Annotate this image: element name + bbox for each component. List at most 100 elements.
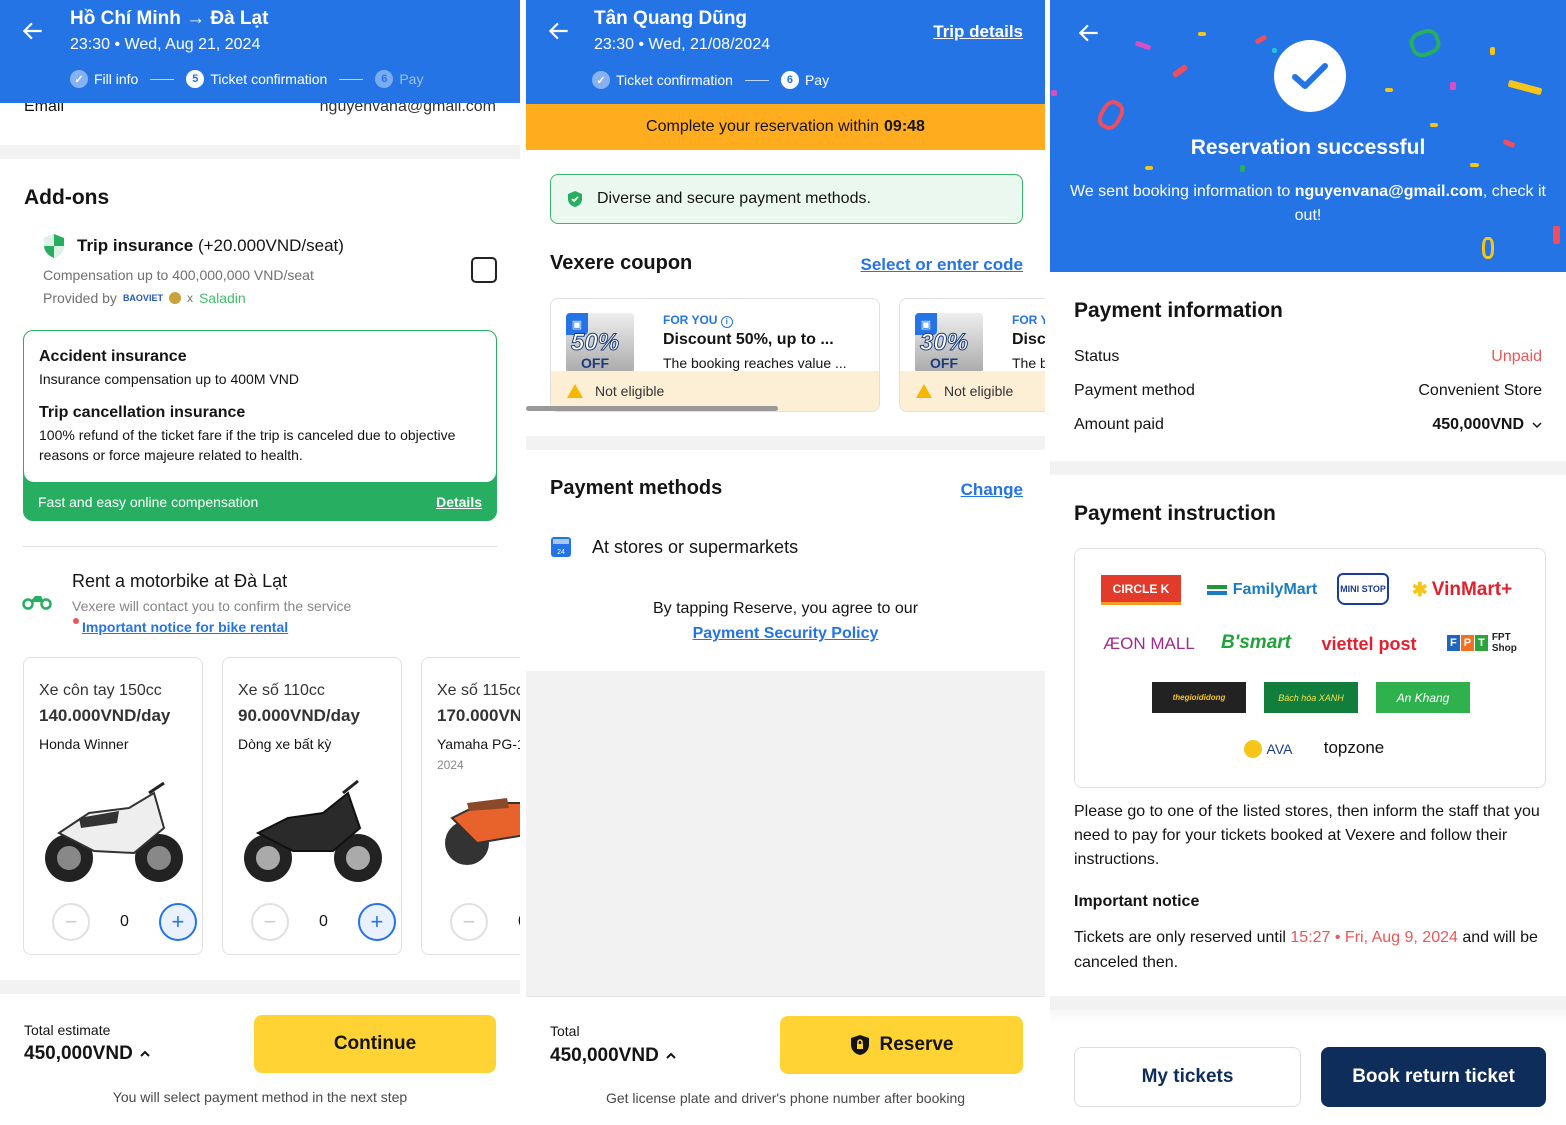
coupon-title: Vexere coupon (550, 252, 693, 274)
change-payment-link[interactable]: Change (961, 480, 1023, 500)
total-label: Total estimate (24, 1022, 111, 1038)
confetti (1198, 32, 1206, 36)
confetti (1385, 88, 1393, 92)
payment-info-title: Payment information (1074, 299, 1283, 322)
select-coupon-link[interactable]: Select or enter code (860, 255, 1023, 275)
step-divider (744, 79, 769, 81)
aeon-mall-logo: ÆON MALL (1103, 634, 1195, 653)
bike-price: 90.000VND/day (238, 706, 360, 725)
bike-card[interactable]: Xe số 110cc 90.000VND/day Dòng xe bất kỳ… (222, 657, 402, 955)
warning-icon (916, 384, 932, 398)
increase-button[interactable]: + (158, 903, 197, 941)
total-amount[interactable]: 450,000VND (550, 1045, 677, 1067)
agreement-text: By tapping Reserve, you agree to our (652, 600, 919, 617)
step-ticket-confirmation: Ticket confirmation (616, 72, 733, 88)
success-message: We sent booking information to nguyenvan… (1070, 183, 1546, 224)
horizontal-scrollbar[interactable] (526, 406, 778, 411)
bach-hoa-xanh-logo: Bách hóa XANH (1264, 682, 1358, 713)
quantity-value: 0 (319, 913, 328, 930)
step-fill-info: Fill info (94, 71, 139, 87)
booking-email: nguyenvana@gmail.com (1294, 183, 1483, 200)
continue-button[interactable]: Continue (254, 1015, 496, 1073)
confetti (1051, 90, 1057, 96)
step-divider (150, 78, 175, 80)
success-title: Reservation successful (1190, 136, 1426, 159)
amount-paid-row[interactable]: Amount paid 450,000VND (1074, 416, 1542, 434)
trip-datetime: 23:30 • Wed, 21/08/2024 (594, 36, 771, 53)
shield-check-icon (568, 191, 582, 207)
reservation-timer-banner: Complete your reservation within 09:48 (526, 104, 1045, 150)
motorbike-image (45, 781, 183, 882)
coupon-desc: The booking reaches value ... (1012, 355, 1045, 371)
status-row: Status Unpaid (1074, 348, 1542, 365)
cancel-insurance-desc: 100% refund of the ticket fare if the tr… (39, 427, 456, 463)
vinmart-logo: ✱ VinMart+ (1411, 579, 1513, 601)
confetti (1145, 166, 1153, 170)
shield-lock-icon (850, 1035, 869, 1055)
success-header: Reservation successful We sent booking i… (1050, 0, 1566, 272)
coupon-for-label: FOR YOU (1012, 313, 1045, 327)
quantity-stepper: − 0 + (52, 903, 197, 941)
header: Tân Quang Dũng 23:30 • Wed, 21/08/2024 T… (526, 0, 1045, 104)
store-logos-box: CIRCLE K FamilyMart MINI STOP ✱ VinMart+ … (1074, 548, 1546, 788)
total-label: Total (550, 1023, 580, 1039)
bike-model: Dòng xe bất kỳ (238, 736, 332, 752)
confetti (1406, 25, 1444, 61)
success-check-icon (1274, 40, 1346, 112)
insurance-benefits-box: Accident insurance Insurance compensatio… (23, 330, 497, 521)
back-arrow-icon[interactable] (1076, 20, 1102, 46)
reserve-button[interactable]: Reserve (780, 1016, 1023, 1074)
decrease-button[interactable]: − (450, 903, 488, 941)
chevron-up-icon (666, 1052, 676, 1059)
coupon-status: Not eligible (551, 371, 879, 411)
bike-card[interactable]: Xe số 115cc 170.000VND/day Yamaha PG-1 2… (421, 657, 520, 955)
saladin-logo: Saladin (198, 290, 246, 306)
payment-screen: Tân Quang Dũng 23:30 • Wed, 21/08/2024 T… (526, 0, 1045, 1125)
confetti (1134, 40, 1152, 51)
progress-steps: ✓ Fill info 5 Ticket confirmation 6 Pay (70, 70, 423, 88)
quantity-stepper: − 0 + (251, 903, 396, 941)
trip-insurance-title: Trip insurance (+20.000VND/seat) (77, 236, 344, 255)
coupon-title: Discount 30%, up to ... (1012, 331, 1045, 348)
confetti (1507, 79, 1543, 96)
decrease-button[interactable]: − (251, 903, 289, 941)
confetti (1482, 237, 1494, 259)
bike-year: 2024 (437, 758, 464, 772)
reservation-deadline: 15:27 • Fri, Aug 9, 2024 (1290, 929, 1458, 946)
fpt-shop-logo: F P T FPT Shop (1447, 629, 1525, 657)
viettel-post-logo: viettel post (1321, 633, 1417, 654)
header: Hồ Chí Minh → Đà Lạt 23:30 • Wed, Aug 21… (0, 0, 520, 103)
cancel-insurance-title: Trip cancellation insurance (39, 404, 246, 421)
total-amount[interactable]: 450,000VND (24, 1043, 151, 1065)
notice-dot (73, 618, 79, 624)
coupon-card[interactable]: ▣ 50% OFF FOR YOU i Discount 50%, up to … (550, 298, 880, 412)
coupon-card[interactable]: ▣ 30% OFF FOR YOU Discount 30%, up to ..… (899, 298, 1045, 412)
back-arrow-icon[interactable] (546, 18, 572, 44)
insurance-details-link[interactable]: Details (436, 494, 482, 510)
topzone-logo: topzone (1323, 738, 1385, 757)
confetti (1553, 226, 1560, 244)
confetti (1093, 96, 1129, 134)
bike-rental-notice-link[interactable]: Important notice for bike rental (82, 619, 288, 635)
payment-security-policy-link[interactable]: Payment Security Policy (693, 625, 879, 642)
back-arrow-icon[interactable] (20, 18, 46, 44)
important-notice-text: Tickets are only reserved until 15:27 • … (1074, 929, 1538, 971)
store-24h-icon: 24 (551, 537, 571, 557)
my-tickets-button[interactable]: My tickets (1074, 1047, 1301, 1107)
baoviet-globe-icon (168, 292, 181, 304)
trip-details-link[interactable]: Trip details (933, 22, 1023, 42)
confetti (1490, 47, 1495, 55)
increase-button[interactable]: + (357, 903, 396, 941)
trip-insurance-checkbox[interactable] (471, 257, 497, 283)
bike-rental-title: Rent a motorbike at Đà Lạt (72, 571, 288, 591)
book-return-ticket-button[interactable]: Book return ticket (1321, 1047, 1546, 1107)
decrease-button[interactable]: − (52, 903, 90, 941)
bsmart-logo: B'smart (1221, 632, 1291, 653)
confetti (1470, 163, 1479, 167)
empty-area (526, 671, 1045, 997)
shield-icon (44, 234, 64, 258)
section-divider (526, 436, 1045, 450)
section-divider (0, 145, 520, 159)
bike-card[interactable]: Xe côn tay 150cc 140.000VND/day Honda Wi… (23, 657, 203, 955)
payment-methods-title: Payment methods (550, 477, 723, 499)
